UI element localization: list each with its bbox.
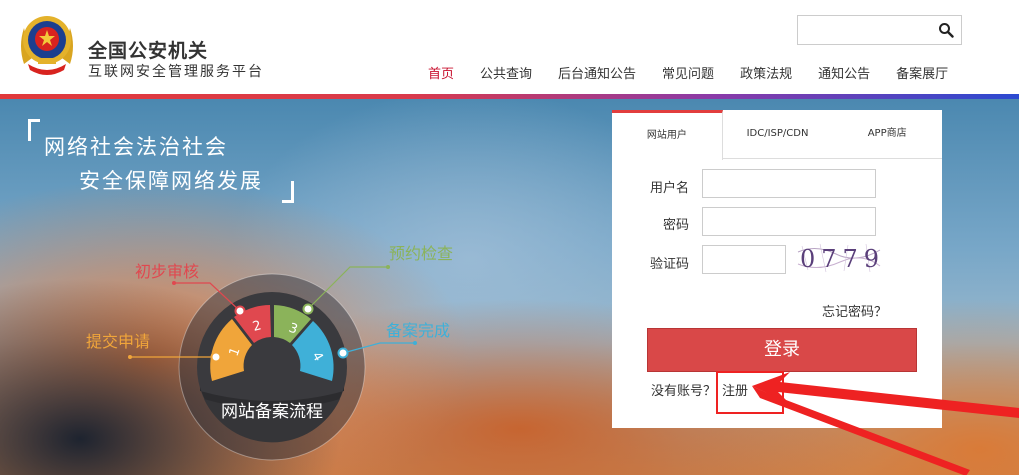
login-button[interactable]: 登录 — [647, 328, 917, 372]
step-label-1: 提交申请 — [86, 332, 151, 351]
forgot-password-link[interactable]: 忘记密码？ — [822, 301, 887, 320]
connector-end-1 — [128, 355, 132, 359]
connector-dot-4 — [337, 347, 349, 359]
nav-notices[interactable]: 通知公告 — [805, 63, 883, 82]
search-input[interactable] — [798, 16, 933, 44]
connector-dot-2 — [234, 305, 246, 317]
filing-process-diagram: 1 2 3 4 网站备案流程 — [128, 265, 417, 461]
captcha-input[interactable] — [702, 245, 786, 274]
step-label-4: 备案完成 — [386, 321, 451, 340]
password-input[interactable] — [702, 207, 876, 236]
police-emblem-logo[interactable] — [14, 6, 80, 80]
highlight-box — [716, 371, 784, 414]
connector-end-3 — [386, 265, 390, 269]
site-header: 全国公安机关 互联网安全管理服务平台 首页 公共查询 后台通知公告 常见问题 政… — [0, 0, 1019, 99]
login-tabs: 网站用户 IDC/ISP/CDN APP商店 — [612, 110, 943, 160]
nav-home[interactable]: 首页 — [415, 63, 467, 82]
main-nav: 首页 公共查询 后台通知公告 常见问题 政策法规 通知公告 备案展厅 — [415, 63, 961, 82]
no-account-text: 没有账号？ — [651, 384, 717, 399]
tab-app-store[interactable]: APP商店 — [832, 110, 943, 158]
connector-dot-1 — [210, 351, 222, 363]
nav-public-query[interactable]: 公共查询 — [467, 63, 545, 82]
tab-website-user[interactable]: 网站用户 — [612, 110, 723, 160]
captcha-label: 验证码 — [650, 257, 690, 272]
step-label-3: 预约检查 — [389, 244, 454, 263]
site-title: 全国公安机关 — [88, 40, 209, 62]
site-subtitle: 互联网安全管理服务平台 — [88, 64, 264, 80]
connector-dot-3 — [302, 303, 314, 315]
search-icon[interactable] — [938, 22, 954, 38]
nav-showcase[interactable]: 备案展厅 — [883, 63, 961, 82]
password-label: 密码 — [663, 218, 690, 233]
nav-admin-notices[interactable]: 后台通知公告 — [545, 63, 649, 82]
search-box — [797, 15, 962, 45]
nav-policies[interactable]: 政策法规 — [727, 63, 805, 82]
username-input[interactable] — [702, 169, 876, 198]
nav-faq[interactable]: 常见问题 — [649, 63, 727, 82]
username-label: 用户名 — [650, 181, 690, 196]
step-label-2: 初步审核 — [135, 262, 200, 281]
flow-title: 网站备案流程 — [221, 402, 323, 422]
captcha-image[interactable]: 0779 — [796, 242, 882, 274]
connector-end-4 — [413, 341, 417, 345]
tab-idc-isp-cdn[interactable]: IDC/ISP/CDN — [722, 110, 833, 158]
captcha-text: 0779 — [800, 245, 882, 273]
